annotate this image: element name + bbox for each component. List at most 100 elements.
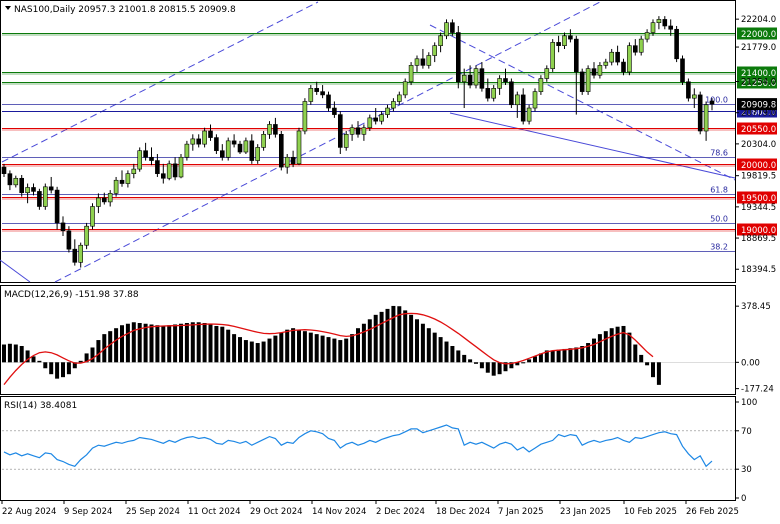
fibonacci-label: 100.0	[705, 96, 728, 105]
candle-body	[314, 88, 320, 92]
macd-histogram-bar	[190, 322, 195, 363]
macd-histogram-bar	[320, 335, 325, 363]
candle-body	[66, 230, 72, 250]
macd-histogram-bar	[226, 329, 231, 363]
macd-histogram-bar	[462, 354, 467, 363]
macd-histogram-bar	[645, 362, 650, 366]
macd-histogram-bar	[497, 362, 502, 375]
candle-body	[1, 166, 7, 174]
macd-histogram-bar	[243, 340, 248, 363]
macd-histogram-bar	[308, 332, 313, 363]
candle-body	[220, 150, 225, 158]
candle-body	[503, 78, 508, 83]
macd-histogram-bar	[267, 338, 272, 363]
macd-axis-label: 0.00	[741, 358, 760, 368]
price-axis-label: 19819.5	[741, 172, 776, 182]
candle-body	[196, 138, 201, 145]
time-axis-label: 18 Dec 2024	[436, 507, 490, 517]
candle-body	[166, 163, 172, 179]
macd-histogram-bar	[31, 356, 36, 363]
macd-histogram-bar	[13, 344, 18, 363]
macd-histogram-bar	[90, 347, 95, 363]
macd-histogram-bar	[96, 340, 101, 363]
macd-histogram-bar	[125, 323, 130, 363]
candle-body	[680, 58, 685, 83]
candle-body	[526, 107, 532, 122]
macd-histogram-bar	[456, 350, 461, 363]
macd-histogram-bar	[491, 362, 496, 376]
time-axis-label: 29 Oct 2024	[250, 507, 303, 517]
candle-body	[243, 140, 249, 153]
macd-histogram-bar	[37, 360, 42, 363]
candle-body	[379, 114, 384, 122]
candle-body	[225, 140, 231, 158]
time-axis-label: 22 Aug 2024	[2, 507, 56, 517]
candle-body	[237, 143, 243, 153]
candle-body	[149, 156, 154, 161]
candle-body	[143, 150, 148, 158]
candle-body	[296, 130, 302, 165]
candle-body	[184, 143, 190, 158]
candle-body	[7, 173, 13, 186]
macd-histogram-bar	[161, 325, 166, 363]
candle-body	[202, 130, 207, 145]
macd-histogram-bar	[114, 328, 119, 363]
macd-histogram-bar	[208, 324, 213, 363]
candle-body	[19, 177, 25, 194]
macd-histogram-bar	[367, 319, 372, 363]
candle-body	[514, 94, 520, 106]
candle-body	[609, 51, 615, 63]
time-axis-label: 2 Dec 2024	[376, 507, 425, 517]
macd-histogram-bar	[432, 332, 437, 363]
candle-body	[573, 38, 579, 73]
price-axis-label: 20304.0	[741, 140, 776, 150]
candle-body	[556, 42, 561, 46]
candle-body	[444, 22, 449, 37]
price-axis-label: 21779.0	[741, 43, 776, 53]
candle-body	[479, 68, 485, 89]
macd-histogram-bar	[568, 348, 573, 363]
macd-histogram-bar	[297, 329, 301, 363]
candle-body	[102, 197, 107, 203]
candle-body	[13, 177, 19, 186]
candle-body	[214, 137, 219, 152]
macd-histogram-bar	[314, 334, 319, 363]
rsi-axis-label: 70	[741, 427, 752, 437]
candle-body	[255, 147, 260, 161]
macd-histogram-bar	[61, 362, 65, 378]
candle-body	[72, 248, 78, 263]
candle-body	[373, 117, 379, 122]
candle-body	[408, 65, 414, 83]
macd-histogram-bar	[550, 350, 555, 363]
macd-histogram-bar	[291, 328, 296, 363]
candle-body	[703, 104, 709, 132]
macd-histogram-bar	[450, 346, 455, 363]
macd-histogram-bar	[66, 362, 71, 375]
candle-body	[450, 22, 455, 33]
candle-body	[691, 94, 697, 99]
price-axis-label: 19344.5	[741, 203, 776, 213]
candle-body	[668, 25, 674, 30]
time-axis-label: 26 Feb 2025	[686, 507, 739, 517]
macd-histogram-bar	[202, 323, 207, 363]
candle-body	[178, 156, 184, 178]
macd-histogram-bar	[155, 325, 160, 363]
macd-histogram-bar	[184, 323, 189, 363]
fibonacci-label: 78.6	[710, 149, 728, 158]
candle-body	[249, 140, 255, 161]
chart-svg: 22000.021400.021250.020800.020550.020000…	[0, 0, 780, 520]
macd-histogram-bar	[143, 323, 148, 363]
macd-histogram-bar	[19, 346, 24, 363]
macd-histogram-bar	[426, 328, 431, 363]
macd-histogram-bar	[2, 344, 6, 363]
candle-body	[615, 51, 620, 63]
candle-body	[78, 244, 83, 263]
current-price-label: 20909.8	[741, 101, 776, 111]
macd-histogram-bar	[361, 323, 366, 363]
macd-histogram-bar	[556, 349, 561, 363]
macd-histogram-bar	[332, 338, 337, 363]
macd-histogram-bar	[55, 362, 60, 379]
candle-body	[119, 179, 125, 184]
macd-histogram-bar	[373, 314, 378, 363]
candle-body	[172, 163, 178, 178]
